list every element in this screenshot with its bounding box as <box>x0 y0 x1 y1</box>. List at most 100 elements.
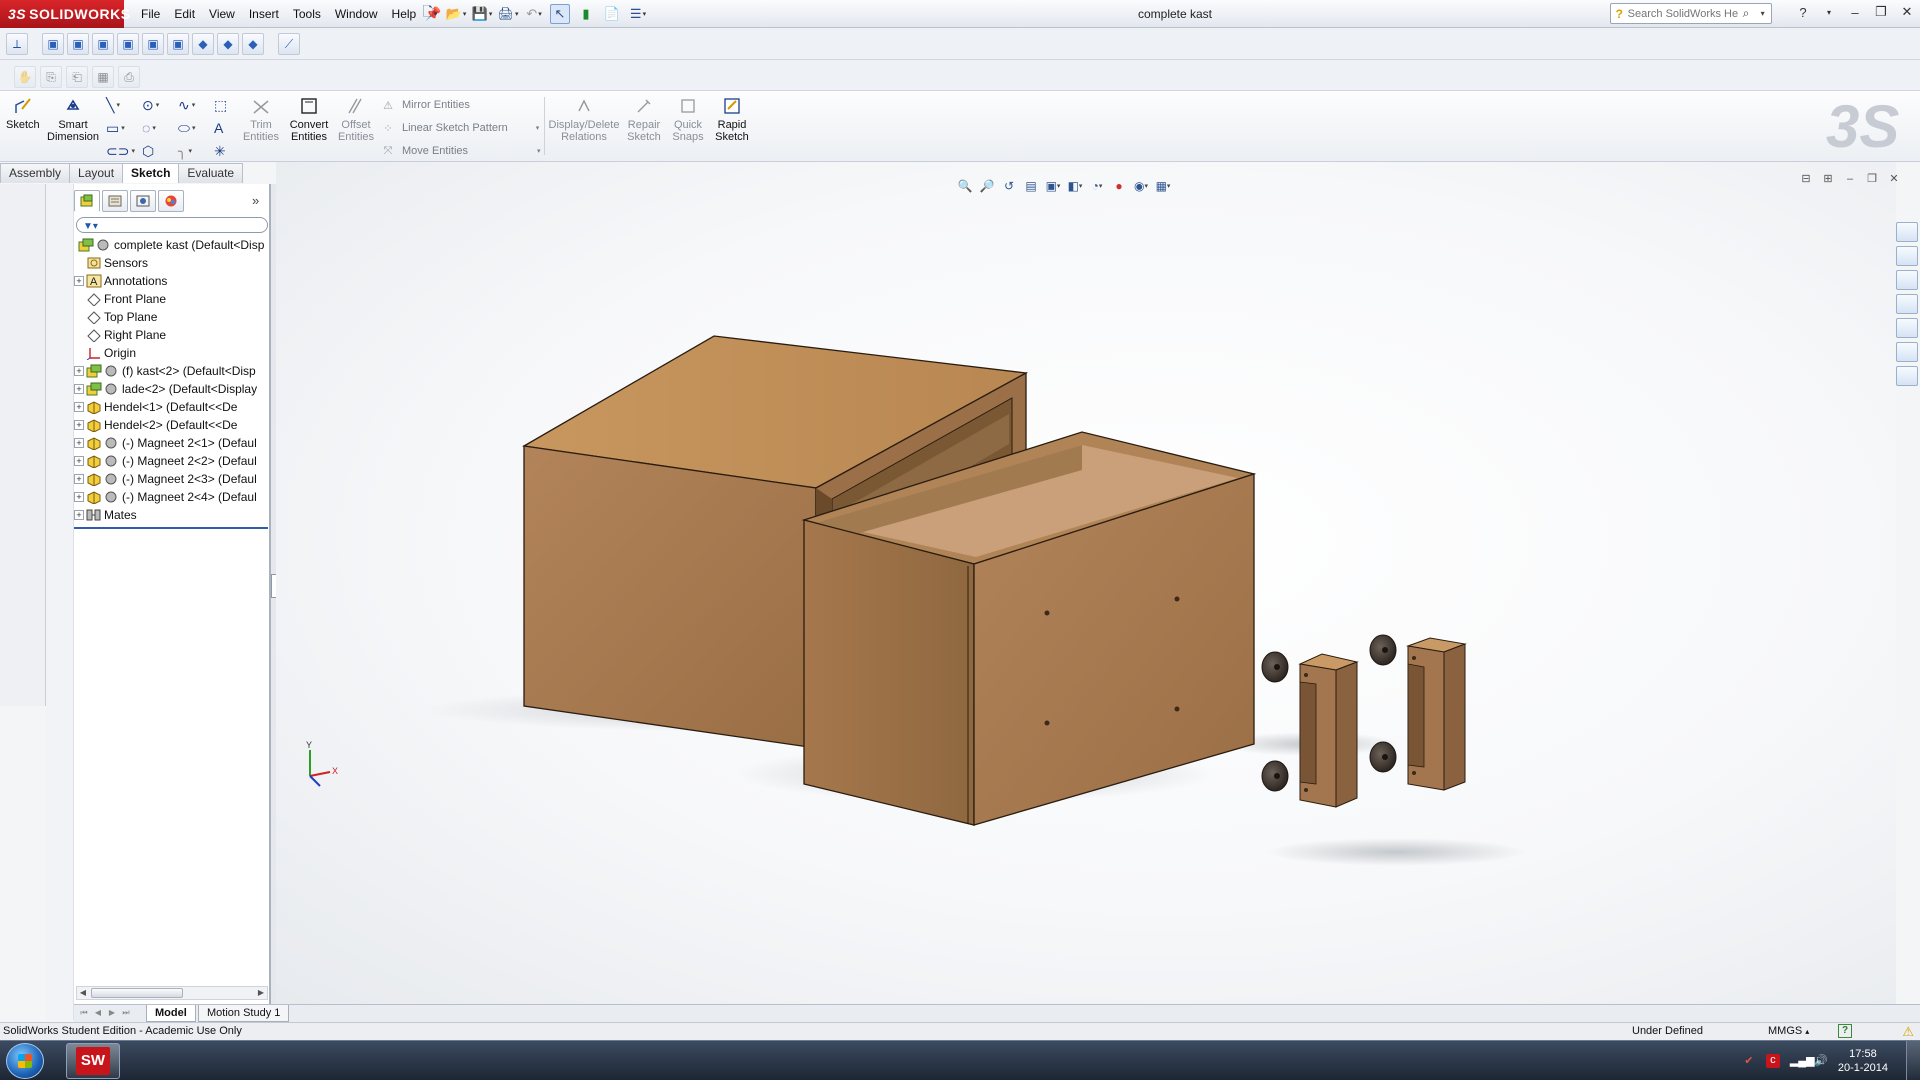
tab-assembly[interactable]: Assembly <box>0 163 71 183</box>
show-desktop-button[interactable] <box>1906 1041 1920 1080</box>
chevron-down-icon[interactable]: ▾ <box>536 124 540 132</box>
tree-item[interactable]: Right Plane <box>74 326 270 344</box>
spline-icon[interactable]: ∿ ▾ <box>178 95 214 115</box>
unit-system-selector[interactable]: MMGS ▴ <box>1768 1025 1809 1037</box>
left-view-icon[interactable]: ▣ <box>92 33 114 55</box>
move-entities-button[interactable]: ⤧ Move Entities ▾ <box>380 141 541 161</box>
tree-item[interactable]: Top Plane <box>74 308 270 326</box>
menu-view[interactable]: View <box>202 0 242 28</box>
file-properties-icon[interactable]: 📄 <box>602 4 622 24</box>
security-icon[interactable]: ✔ <box>1742 1054 1756 1068</box>
tree-root-assembly[interactable]: complete kast (Default<Disp <box>74 236 270 254</box>
rectangle-icon[interactable]: ▭ ▾ <box>106 118 142 138</box>
tree-item[interactable]: + (-) Magneet 2<2> (Defaul <box>74 452 270 470</box>
repair-sketch-button[interactable]: Repair Sketch <box>626 95 662 143</box>
next-tab-icon[interactable]: ▶ <box>106 1007 118 1019</box>
expand-toggle-icon[interactable]: + <box>74 492 84 502</box>
custom-properties-icon[interactable] <box>1896 366 1918 386</box>
expand-toggle-icon[interactable]: + <box>74 510 84 520</box>
tab-layout[interactable]: Layout <box>69 163 124 183</box>
menu-file[interactable]: File <box>134 0 167 28</box>
chevron-down-icon[interactable]: ▾ <box>1818 2 1840 22</box>
expand-toggle-icon[interactable]: + <box>74 366 84 376</box>
clock[interactable]: 17:58 20-1-2014 <box>1838 1047 1888 1075</box>
undo-icon[interactable]: ↶ ▾ <box>524 4 544 24</box>
trim-entities-button[interactable]: Trim Entities <box>243 95 279 143</box>
menu-insert[interactable]: Insert <box>242 0 286 28</box>
minimize-icon[interactable]: – <box>1844 2 1866 22</box>
circle-icon[interactable]: ⊙ ▾ <box>142 95 178 115</box>
tree-item[interactable]: + Hendel<2> (Default<<De <box>74 416 270 434</box>
viewport-split-icon[interactable]: ⊟ <box>1798 172 1814 186</box>
appearances-icon[interactable] <box>1896 342 1918 362</box>
rapid-sketch-button[interactable]: Rapid Sketch <box>712 95 752 143</box>
isometric-view-icon[interactable]: ◆ <box>192 33 214 55</box>
restore-icon[interactable]: ❐ <box>1864 172 1880 186</box>
line-icon[interactable]: ╲ ▾ <box>106 95 142 115</box>
search-input[interactable] <box>1627 7 1738 20</box>
offset-entities-button[interactable]: Offset Entities <box>336 95 376 143</box>
expand-panel-icon[interactable]: » <box>252 193 259 208</box>
expand-toggle-icon[interactable]: + <box>74 456 84 466</box>
chevron-down-icon[interactable]: ▾ <box>537 147 541 155</box>
menu-tools[interactable]: Tools <box>286 0 328 28</box>
hide-show-items-icon[interactable]: ◔ ▾ <box>1088 178 1106 194</box>
configuration-manager-tab-icon[interactable] <box>130 190 156 212</box>
tree-item[interactable]: Origin <box>74 344 270 362</box>
solidworks-resources-icon[interactable] <box>1896 222 1918 242</box>
expand-toggle-icon[interactable]: + <box>74 276 84 286</box>
tree-item[interactable]: + (-) Magneet 2<1> (Defaul <box>74 434 270 452</box>
normal-to-icon[interactable]: ⟂ <box>6 33 28 55</box>
polygon-icon[interactable]: ⬡ <box>142 141 178 161</box>
menu-window[interactable]: Window <box>328 0 385 28</box>
new-document-icon[interactable]: 🗋 ▾ <box>420 4 440 24</box>
home-icon[interactable] <box>1896 246 1918 266</box>
point-icon[interactable]: ✳ <box>214 141 250 161</box>
rebuild-icon[interactable]: ▮ <box>576 4 596 24</box>
restore-icon[interactable]: ❐ <box>1870 2 1892 22</box>
dimetric-view-icon[interactable]: ◆ <box>242 33 264 55</box>
search-icon[interactable]: ⌕ <box>1738 6 1755 21</box>
smart-dimension-button[interactable]: Smart Dimension <box>47 95 99 143</box>
rollback-bar[interactable] <box>74 527 268 529</box>
trimetric-view-icon[interactable]: ◆ <box>217 33 239 55</box>
open-folder-icon[interactable]: 📂 ▾ <box>446 4 467 24</box>
display-manager-tab-icon[interactable] <box>158 190 184 212</box>
display-style-icon[interactable]: ◧ ▾ <box>1066 178 1084 194</box>
handle-hendel-2[interactable] <box>1406 637 1467 791</box>
help-search-box[interactable]: ? ⌕ ▾ <box>1610 3 1772 24</box>
menu-edit[interactable]: Edit <box>167 0 202 28</box>
design-library-icon[interactable] <box>1896 270 1918 290</box>
scroll-left-icon[interactable]: ◀ <box>77 987 89 999</box>
tree-item[interactable]: + (-) Magneet 2<4> (Defaul <box>74 488 270 506</box>
expand-toggle-icon[interactable]: + <box>74 420 84 430</box>
apply-scene-icon[interactable]: ◉ ▾ <box>1132 178 1150 194</box>
section-view-icon[interactable]: ▤ <box>1022 178 1040 194</box>
volume-icon[interactable]: 🔊 <box>1814 1054 1828 1068</box>
antivirus-icon[interactable]: c <box>1765 1054 1780 1068</box>
slot-icon[interactable]: ⊂⊃ ▾ <box>106 141 142 161</box>
tab-evaluate[interactable]: Evaluate <box>178 163 244 183</box>
feature-tree-tab-icon[interactable] <box>74 190 100 212</box>
right-view-icon[interactable]: ▣ <box>117 33 139 55</box>
expand-toggle-icon[interactable]: + <box>74 438 84 448</box>
bottom-view-icon[interactable]: ▣ <box>167 33 189 55</box>
zoom-to-area-icon[interactable]: 🔎 <box>978 178 996 194</box>
edit-appearance-icon[interactable]: ● <box>1110 178 1128 194</box>
linear-sketch-pattern-button[interactable]: ⁘ Linear Sketch Pattern ▾ <box>380 118 541 138</box>
back-view-icon[interactable]: ▣ <box>67 33 89 55</box>
save-icon[interactable]: 💾 ▾ <box>472 4 493 24</box>
expand-toggle-icon[interactable]: + <box>74 402 84 412</box>
previous-view-icon[interactable]: ↺ <box>1000 178 1018 194</box>
measure-icon[interactable]: ⟋ <box>278 33 300 55</box>
tree-item[interactable]: + lade<2> (Default<Display <box>74 380 270 398</box>
scroll-right-icon[interactable]: ▶ <box>255 987 267 999</box>
tab-sketch[interactable]: Sketch <box>122 163 180 183</box>
view-orientation-icon[interactable]: ▣ ▾ <box>1044 178 1062 194</box>
start-button[interactable] <box>6 1043 44 1079</box>
tab-model[interactable]: Model <box>146 1005 196 1022</box>
menu-help[interactable]: Help <box>385 0 424 28</box>
tree-item[interactable]: + (f) kast<2> (Default<Disp <box>74 362 270 380</box>
scroll-thumb[interactable] <box>91 988 183 998</box>
tree-item[interactable]: + (-) Magneet 2<3> (Defaul <box>74 470 270 488</box>
